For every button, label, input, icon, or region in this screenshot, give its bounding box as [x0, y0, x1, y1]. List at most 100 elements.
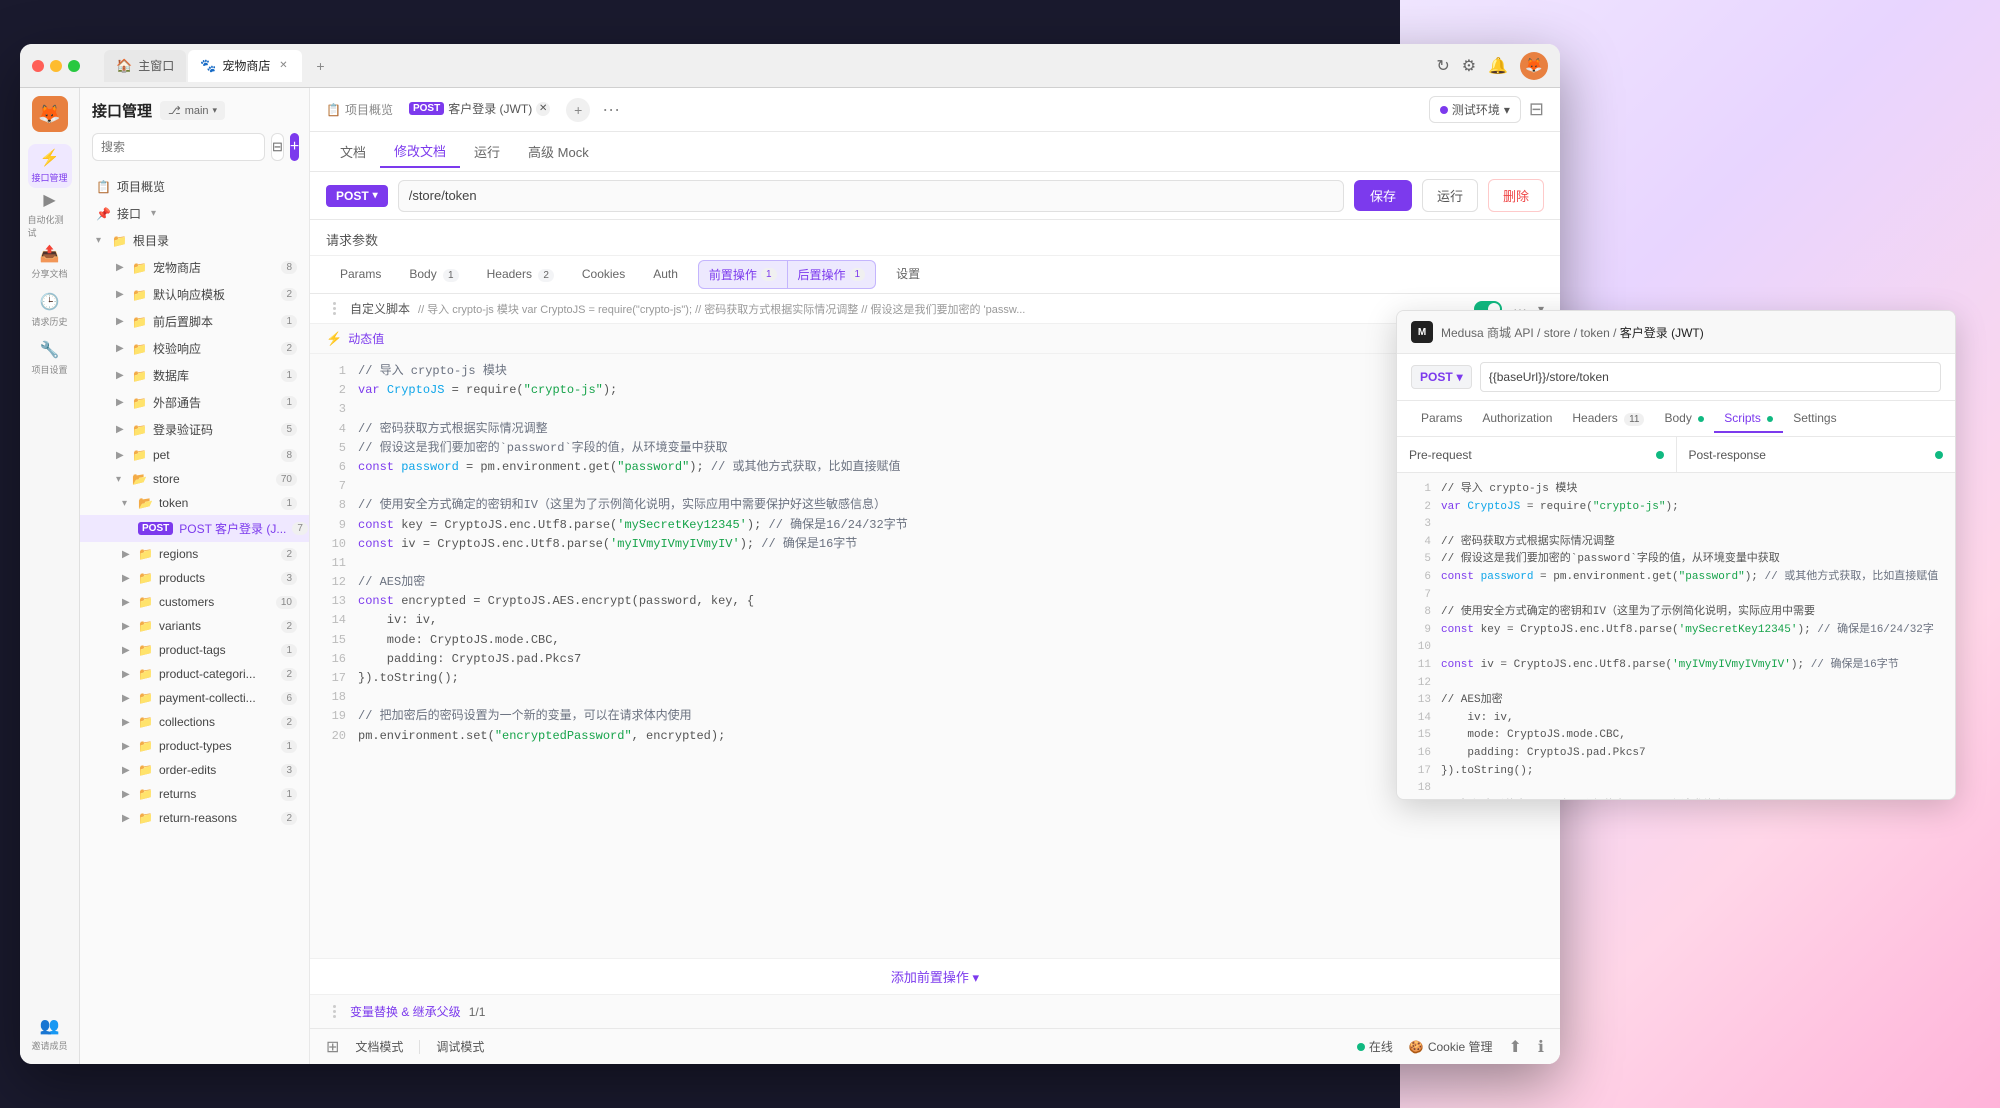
tree-post-login[interactable]: POST POST 客户登录 (J... 7 [80, 515, 309, 542]
rp-tab-headers[interactable]: Headers 11 [1562, 405, 1654, 433]
tab-edit-doc[interactable]: 修改文档 [380, 135, 460, 168]
post-operation-tab[interactable]: 后置操作 1 [788, 260, 877, 289]
rp-method-selector[interactable]: POST ▾ [1411, 365, 1472, 389]
params-tab-settings[interactable]: 设置 [882, 257, 934, 292]
logo-avatar[interactable]: 🦊 [32, 96, 68, 132]
params-tab-params[interactable]: Params [326, 259, 395, 291]
method-selector[interactable]: POST ▾ [326, 185, 388, 207]
rp-post-response[interactable]: Post-response [1677, 437, 1956, 472]
rp-tab-scripts[interactable]: Scripts [1714, 405, 1783, 433]
rp-code-editor[interactable]: 1// 导入 crypto-js 模块 2var CryptoJS = requ… [1397, 473, 1955, 799]
tree-interface[interactable]: 📌 接口 ▾ [80, 200, 309, 227]
tree-return-reasons[interactable]: ▶ 📁 return-reasons 2 [80, 806, 309, 830]
sidebar-item-history[interactable]: 🕒 请求历史 [28, 288, 72, 332]
tree-db[interactable]: ▶ 📁 数据库 1 [80, 362, 309, 389]
pre-operation-tab[interactable]: 前置操作 1 [698, 260, 788, 289]
add-button[interactable]: + [290, 133, 299, 161]
tree-root[interactable]: ▾ 📁 根目录 [80, 227, 309, 254]
user-avatar[interactable]: 🦊 [1520, 52, 1548, 80]
tab-mock[interactable]: 高级 Mock [514, 136, 603, 167]
footer-upload-icon[interactable]: ⬆ [1509, 1037, 1522, 1057]
tree-regions[interactable]: ▶ 📁 regions 2 [80, 542, 309, 566]
sidebar-item-autotest[interactable]: ▶ 自动化测试 [28, 192, 72, 236]
settings-icon[interactable]: ⚙ [1462, 56, 1476, 76]
tree-validate[interactable]: ▶ 📁 校验响应 2 [80, 335, 309, 362]
online-dot [1357, 1043, 1365, 1051]
cookie-management-btn[interactable]: 🍪 Cookie 管理 [1409, 1038, 1493, 1055]
run-button[interactable]: 运行 [1422, 179, 1478, 212]
rp-scripts-label: Scripts [1724, 411, 1761, 425]
code-editor[interactable]: 1// 导入 crypto-js 模块 2var CryptoJS = requ… [310, 354, 1560, 958]
rp-tab-settings[interactable]: Settings [1783, 405, 1846, 433]
add-tab-button[interactable]: + [566, 98, 590, 122]
api-tab-close-icon[interactable]: ✕ [536, 102, 550, 116]
layout-toggle-icon[interactable]: ⊟ [1529, 99, 1544, 120]
delete-button[interactable]: 删除 [1488, 179, 1544, 212]
tree-product-tags[interactable]: ▶ 📁 product-tags 1 [80, 638, 309, 662]
params-tab-auth[interactable]: Auth [639, 259, 692, 291]
refresh-icon[interactable]: ↻ [1436, 56, 1449, 76]
env-selector[interactable]: 测试环境 ▾ [1429, 96, 1521, 123]
rp-tab-body[interactable]: Body [1654, 405, 1714, 433]
params-tab-headers[interactable]: Headers 2 [473, 259, 568, 291]
tree-login[interactable]: ▶ 📁 登录验证码 5 [80, 416, 309, 443]
sidebar-item-share[interactable]: 📤 分享文档 [28, 240, 72, 284]
tree-store[interactable]: ▾ 📂 store 70 [80, 467, 309, 491]
tab-run[interactable]: 运行 [460, 136, 514, 167]
tree-external[interactable]: ▶ 📁 外部通告 1 [80, 389, 309, 416]
sidebar-item-invite[interactable]: 👥 邀请成员 [28, 1012, 72, 1056]
online-status[interactable]: 在线 [1357, 1038, 1393, 1055]
params-tab-cookies[interactable]: Cookies [568, 259, 639, 291]
sidebar-item-api[interactable]: ⚡ 接口管理 [28, 144, 72, 188]
tree-default-response[interactable]: ▶ 📁 默认响应模板 2 [80, 281, 309, 308]
tree-product-types[interactable]: ▶ 📁 product-types 1 [80, 734, 309, 758]
new-tab-button[interactable]: + [308, 54, 332, 78]
tree-overview[interactable]: 📋 项目概览 [80, 173, 309, 200]
add-operation-button[interactable]: 添加前置操作 ▾ [891, 967, 979, 986]
minimize-button[interactable] [50, 60, 62, 72]
tree-order-edits[interactable]: ▶ 📁 order-edits 3 [80, 758, 309, 782]
tree-variants[interactable]: ▶ 📁 variants 2 [80, 614, 309, 638]
rp-pre-request[interactable]: Pre-request [1397, 437, 1677, 472]
tab-main-window[interactable]: 🏠 主窗口 [104, 50, 186, 82]
tab-close-icon[interactable]: ✕ [276, 59, 290, 73]
params-tab-body[interactable]: Body 1 [395, 259, 472, 291]
close-button[interactable] [32, 60, 44, 72]
url-input[interactable] [398, 180, 1344, 212]
tab-pet-shop[interactable]: 🐾 宠物商店 ✕ [188, 50, 302, 82]
tree-product-tags-label: product-tags [159, 643, 226, 657]
branch-selector[interactable]: ⎇ main ▾ [160, 101, 225, 120]
tree-pet[interactable]: ▶ 📁 pet 8 [80, 443, 309, 467]
sidebar-item-project[interactable]: 🔧 项目设置 [28, 336, 72, 380]
pre-tab-label: 前置操作 [709, 266, 757, 283]
doc-mode-btn[interactable]: 文档模式 [355, 1038, 403, 1055]
debug-mode-btn[interactable]: 调试模式 [436, 1038, 484, 1055]
footer-info-icon[interactable]: ℹ [1538, 1037, 1544, 1057]
tab-api-editor-tab[interactable]: POST 客户登录 (JWT) ✕ [401, 88, 558, 131]
tree-petshop[interactable]: ▶ 📁 宠物商店 8 [80, 254, 309, 281]
search-input[interactable] [92, 133, 265, 161]
tree-customers[interactable]: ▶ 📁 customers 10 [80, 590, 309, 614]
rp-code-5: 5// 假设这是我们要加密的`password`字段的值，从环境变量中获取 [1411, 551, 1941, 569]
rp-tab-auth[interactable]: Authorization [1472, 405, 1562, 433]
notification-icon[interactable]: 🔔 [1488, 56, 1508, 76]
filter-button[interactable]: ⊟ [271, 133, 284, 161]
tree-token[interactable]: ▾ 📂 token 1 [80, 491, 309, 515]
more-tabs-icon[interactable]: ··· [598, 99, 624, 120]
rp-url-input[interactable] [1480, 362, 1941, 392]
rp-tab-params[interactable]: Params [1411, 405, 1472, 433]
save-button[interactable]: 保存 [1354, 180, 1412, 211]
tree-payment[interactable]: ▶ 📁 payment-collecti... 6 [80, 686, 309, 710]
tree-returns[interactable]: ▶ 📁 returns 1 [80, 782, 309, 806]
vars-drag-handle[interactable] [326, 1004, 342, 1020]
maximize-button[interactable] [68, 60, 80, 72]
product-types-folder-icon: 📁 [138, 739, 153, 753]
footer-expand-icon[interactable]: ⊞ [326, 1037, 339, 1057]
tree-product-cat[interactable]: ▶ 📁 product-categori... 2 [80, 662, 309, 686]
tab-doc[interactable]: 文档 [326, 136, 380, 167]
tree-scripts[interactable]: ▶ 📁 前后置脚本 1 [80, 308, 309, 335]
tree-products[interactable]: ▶ 📁 products 3 [80, 566, 309, 590]
drag-handle[interactable] [326, 301, 342, 317]
overview-breadcrumb[interactable]: 📋 项目概览 [326, 101, 393, 118]
tree-collections[interactable]: ▶ 📁 collections 2 [80, 710, 309, 734]
